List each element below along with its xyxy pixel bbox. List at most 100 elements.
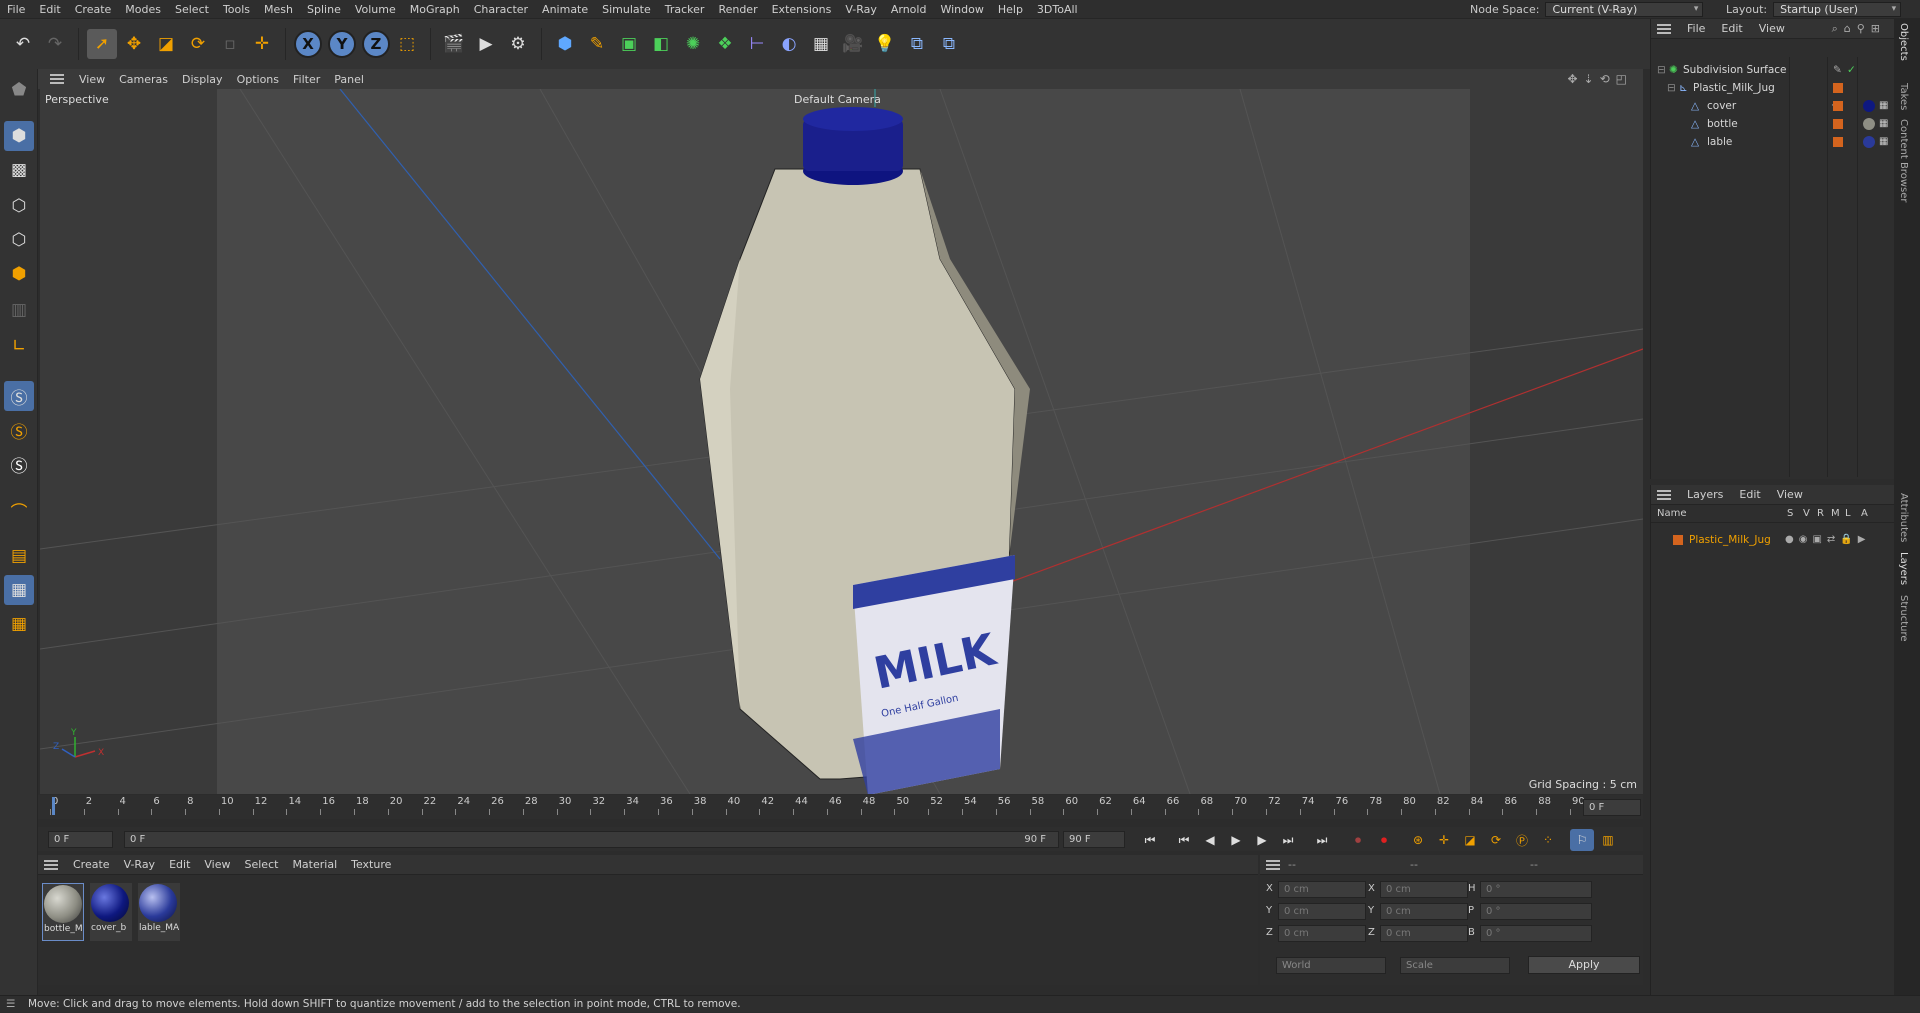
material-menu-icon[interactable]: [44, 859, 58, 870]
workplane-icon[interactable]: ▤: [4, 541, 34, 571]
subdivision-icon[interactable]: ▣: [614, 29, 644, 59]
coord-value-field[interactable]: 0 cm: [1380, 925, 1468, 942]
camera-icon[interactable]: 🎥: [838, 29, 868, 59]
coord-menu-icon[interactable]: [1266, 859, 1280, 870]
coord-value-field[interactable]: 0 cm: [1278, 881, 1366, 898]
menu-select[interactable]: Select: [168, 0, 216, 19]
material-tag-lable[interactable]: [1863, 136, 1875, 148]
redo-icon[interactable]: ↷: [40, 29, 70, 59]
deformer-icon[interactable]: ⊢: [742, 29, 772, 59]
record-icon[interactable]: ⏺: [1346, 829, 1370, 851]
coord-mode-dropdown[interactable]: Scale: [1400, 957, 1510, 974]
mograph-icon[interactable]: ❖: [710, 29, 740, 59]
snap-icon[interactable]: Ⓢ: [4, 381, 34, 411]
polygon-mode-icon[interactable]: ⬢: [4, 259, 34, 289]
extrude-icon[interactable]: ◧: [646, 29, 676, 59]
layout-dropdown[interactable]: Startup (User): [1773, 2, 1902, 17]
rotate-tool-icon[interactable]: ⟳: [183, 29, 213, 59]
object-menu-view[interactable]: View: [1751, 19, 1793, 38]
menu-edit[interactable]: Edit: [32, 0, 67, 19]
uvw-tag-icon[interactable]: ▦: [1879, 97, 1888, 115]
menu-tools[interactable]: Tools: [216, 0, 257, 19]
menu-file[interactable]: File: [0, 0, 32, 19]
timeline-ruler[interactable]: 0 2 4 6 8 10 12 14 16 18 20 22 24 26 28 30 32 34 36 38 40 42 4…: [38, 795, 1643, 819]
python-icon[interactable]: ⧉: [902, 29, 932, 59]
coord-system-icon[interactable]: ⬚: [392, 29, 422, 59]
layer-color-swatch[interactable]: [1833, 119, 1843, 129]
magnet-icon[interactable]: ⌒: [4, 495, 34, 525]
visibility-dots-icon[interactable]: ·: [1831, 97, 1851, 115]
edit-icon[interactable]: ✎: [1833, 61, 1842, 79]
enabled-check-icon[interactable]: ✓: [1847, 61, 1856, 79]
object-search-icons[interactable]: ⌕⌂⚲⊞: [1832, 22, 1894, 36]
layer-row-plastic-milk-jug[interactable]: Plastic_Milk_Jug ●◉▣⇄🔒▶: [1651, 531, 1895, 549]
quantize-icon[interactable]: Ⓢ: [4, 449, 34, 479]
recent-tool-icon[interactable]: ▫: [215, 29, 245, 59]
play-icon[interactable]: ▶: [1224, 829, 1248, 851]
material-menu-material[interactable]: Material: [285, 855, 344, 874]
render-region-icon[interactable]: 🎬: [439, 29, 469, 59]
menu-tracker[interactable]: Tracker: [658, 0, 712, 19]
object-row-cover[interactable]: △ cover · ▦: [1651, 97, 1895, 115]
prev-key-icon[interactable]: ⏮: [1172, 829, 1196, 851]
motion-system-icon[interactable]: ⚐: [1570, 829, 1594, 851]
layer-menu-icon[interactable]: [1657, 489, 1671, 500]
viewport-menu-icon[interactable]: [50, 74, 64, 84]
object-menu-icon[interactable]: [1657, 23, 1671, 34]
point-mode-icon[interactable]: ⬡: [4, 191, 34, 221]
viewport[interactable]: MILK One Half Gallon X Y Z Perspective D…: [40, 89, 1643, 794]
menu-volume[interactable]: Volume: [348, 0, 403, 19]
uv-mode-icon[interactable]: ▥: [4, 295, 34, 325]
status-menu-icon[interactable]: ☰: [6, 996, 15, 1013]
undo-icon[interactable]: ↶: [8, 29, 38, 59]
node-space-dropdown[interactable]: Current (V-Ray): [1545, 2, 1704, 17]
menu-render[interactable]: Render: [711, 0, 764, 19]
coord-value-field[interactable]: 0 °: [1480, 881, 1592, 898]
scale-tool-icon[interactable]: ◪: [151, 29, 181, 59]
milk-jug-model[interactable]: MILK One Half Gallon: [699, 107, 1030, 794]
viewport-menu-panel[interactable]: Panel: [327, 70, 371, 89]
coord-value-field[interactable]: 0 °: [1480, 903, 1592, 920]
material-swatch-cover[interactable]: cover_b: [90, 883, 132, 941]
timeline-icon[interactable]: ▥: [1596, 829, 1620, 851]
goto-end-icon[interactable]: ⏭: [1310, 829, 1334, 851]
layer-color-swatch[interactable]: [1833, 137, 1843, 147]
key-pla-icon[interactable]: ⁘: [1536, 829, 1560, 851]
key-rotation-icon[interactable]: ⟳: [1484, 829, 1508, 851]
transform-tool-icon[interactable]: ✛: [247, 29, 277, 59]
autokey-icon[interactable]: ⏺: [1372, 829, 1396, 851]
menu-mograph[interactable]: MoGraph: [403, 0, 467, 19]
uvw-tag-icon[interactable]: ▦: [1879, 133, 1888, 151]
select-tool-icon[interactable]: ➚: [87, 29, 117, 59]
material-tag-bottle[interactable]: [1863, 118, 1875, 130]
material-menu-select[interactable]: Select: [238, 855, 286, 874]
floor-icon[interactable]: ▦: [806, 29, 836, 59]
object-menu-edit[interactable]: Edit: [1713, 19, 1750, 38]
key-param-icon[interactable]: Ⓟ: [1510, 829, 1534, 851]
coord-value-field[interactable]: 0 cm: [1278, 903, 1366, 920]
cloner-icon[interactable]: ✺: [678, 29, 708, 59]
tab-attributes[interactable]: Attributes: [1898, 493, 1909, 542]
object-row-plastic-milk-jug[interactable]: ⊟ ⊾ Plastic_Milk_Jug: [1651, 79, 1895, 97]
model-mode-icon[interactable]: ⬢: [4, 121, 34, 151]
coord-value-field[interactable]: 0 cm: [1380, 903, 1468, 920]
material-menu-create[interactable]: Create: [66, 855, 117, 874]
menu-animate[interactable]: Animate: [535, 0, 595, 19]
texture-mode-icon[interactable]: ▩: [4, 155, 34, 185]
next-frame-icon[interactable]: ▶: [1250, 829, 1274, 851]
next-key-icon[interactable]: ⏭: [1276, 829, 1300, 851]
workplane-lock-icon[interactable]: ▦: [4, 575, 34, 605]
field-icon[interactable]: ◐: [774, 29, 804, 59]
collapse-icon[interactable]: ⊟: [1667, 79, 1676, 97]
planar-workplane-icon[interactable]: ▦: [4, 609, 34, 639]
viewport-menu-options[interactable]: Options: [230, 70, 286, 89]
coord-system-dropdown[interactable]: World: [1276, 957, 1386, 974]
tab-content-browser[interactable]: Content Browser: [1898, 119, 1909, 202]
menu-vray[interactable]: V-Ray: [838, 0, 884, 19]
menu-simulate[interactable]: Simulate: [595, 0, 658, 19]
viewport-menu-cameras[interactable]: Cameras: [112, 70, 175, 89]
key-position-icon[interactable]: ✛: [1432, 829, 1456, 851]
edge-mode-icon[interactable]: ⬡: [4, 225, 34, 255]
object-menu-file[interactable]: File: [1679, 19, 1713, 38]
tab-structure[interactable]: Structure: [1898, 595, 1909, 642]
